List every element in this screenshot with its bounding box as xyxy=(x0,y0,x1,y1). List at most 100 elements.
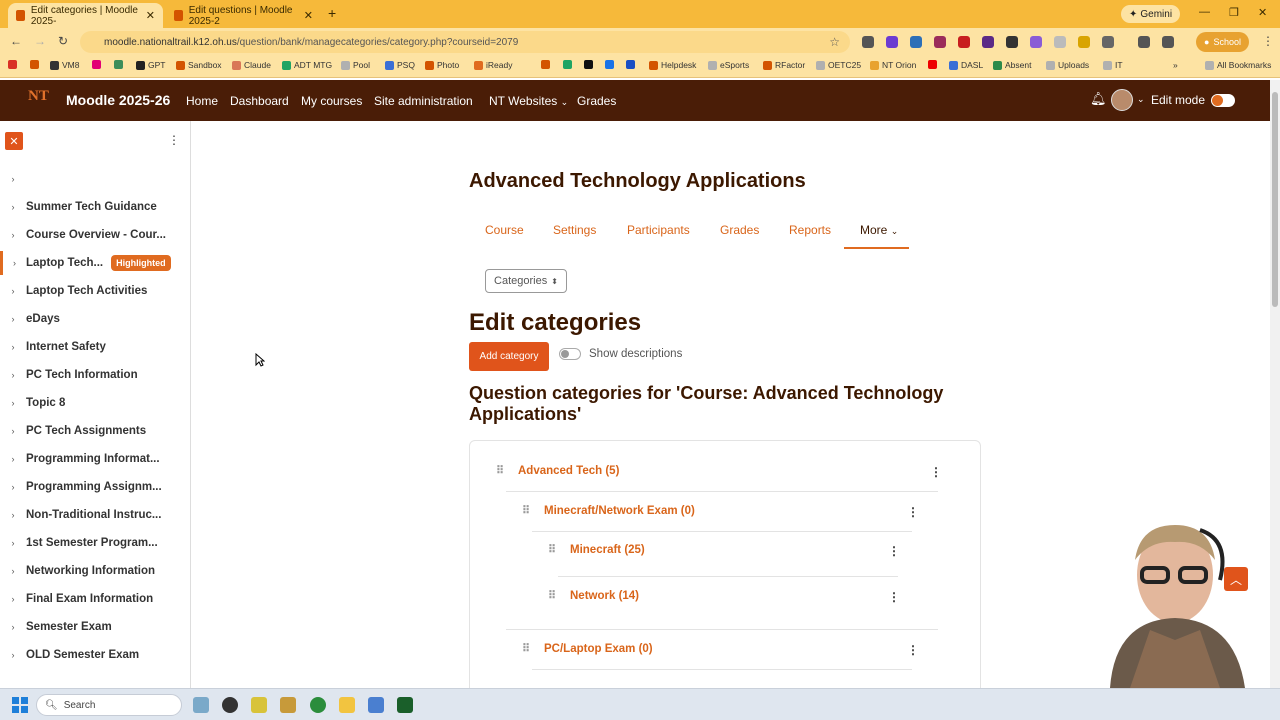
bookmark-esports[interactable]: eSports xyxy=(708,60,749,70)
category-row[interactable]: ⠿ Minecraft/Network Exam (0) xyxy=(518,504,695,518)
moodle-bookmark-icon[interactable] xyxy=(30,60,39,69)
bookmark-absent[interactable]: Absent xyxy=(993,60,1031,70)
bookmark-it[interactable]: IT xyxy=(1103,60,1123,70)
chrome-icon[interactable] xyxy=(310,697,326,713)
extension-icon[interactable] xyxy=(982,36,994,48)
nav-grades[interactable]: Grades xyxy=(577,94,616,108)
app-icon[interactable] xyxy=(280,697,296,713)
youtube-bookmark-icon[interactable] xyxy=(928,60,937,69)
tab-edit-questions[interactable]: Edit questions | Moodle 2025-2 ✕ xyxy=(166,3,321,28)
drive-bookmark-icon[interactable] xyxy=(563,60,572,69)
reload-icon[interactable]: ↻ xyxy=(58,34,68,48)
bookmark-sandbox[interactable]: Sandbox xyxy=(176,60,222,70)
drawer-item[interactable]: › Topic 8 xyxy=(0,391,190,415)
taskbar-search[interactable]: 🔍︎ Search xyxy=(36,694,182,716)
bookmark-icon[interactable] xyxy=(626,60,635,69)
tab-participants[interactable]: Participants xyxy=(627,223,690,237)
scrollbar-thumb[interactable] xyxy=(1272,92,1278,307)
app-icon[interactable] xyxy=(251,697,267,713)
tab-settings[interactable]: Settings xyxy=(553,223,596,237)
drawer-item[interactable]: › eDays xyxy=(0,307,190,331)
bookmark-nt-orion[interactable]: NT Orion xyxy=(870,60,916,70)
bookmark-icon[interactable] xyxy=(114,60,123,69)
bookmark-pool[interactable]: Pool xyxy=(341,60,370,70)
close-tab-icon[interactable]: ✕ xyxy=(146,9,155,22)
task-view-icon[interactable] xyxy=(193,697,209,713)
drawer-item-current[interactable]: › Laptop Tech... Highlighted xyxy=(0,251,190,275)
drag-handle-icon[interactable]: ⠿ xyxy=(492,464,508,477)
nav-my-courses[interactable]: My courses xyxy=(301,94,362,108)
extension-icon[interactable] xyxy=(934,36,946,48)
drawer-options-icon[interactable]: ⋮ xyxy=(168,133,180,147)
category-actions-icon[interactable]: ⋮ xyxy=(888,590,900,604)
extension-icon[interactable] xyxy=(1006,36,1018,48)
bookmark-icon[interactable] xyxy=(541,60,550,69)
bookmark-adt-mtg[interactable]: ADT MTG xyxy=(282,60,332,70)
drag-handle-icon[interactable]: ⠿ xyxy=(518,504,534,517)
tab-grades[interactable]: Grades xyxy=(720,223,759,237)
nav-nt-websites[interactable]: NT Websites ⌄ xyxy=(489,94,568,108)
notification-bell-icon[interactable]: 🔔︎ xyxy=(1090,91,1107,107)
tab-reports[interactable]: Reports xyxy=(789,223,831,237)
tab-course[interactable]: Course xyxy=(485,223,524,237)
extensions-puzzle-icon[interactable] xyxy=(1102,36,1114,48)
browser-menu-icon[interactable]: ⋮ xyxy=(1262,34,1274,48)
tab-search-icon[interactable] xyxy=(1162,36,1174,48)
category-link[interactable]: Minecraft (25) xyxy=(570,544,645,556)
category-link[interactable]: PC/Laptop Exam (0) xyxy=(544,643,653,655)
extension-icon[interactable] xyxy=(1030,36,1042,48)
bookmark-vm8[interactable]: VM8 xyxy=(50,60,79,70)
category-actions-icon[interactable]: ⋮ xyxy=(907,643,919,657)
more-bookmarks-icon[interactable]: » xyxy=(1173,60,1178,70)
site-name[interactable]: Moodle 2025-26 xyxy=(66,92,170,108)
toggle-switch[interactable] xyxy=(559,348,581,360)
nav-home[interactable]: Home xyxy=(186,94,218,108)
maximize-icon[interactable]: ❐ xyxy=(1229,6,1239,19)
bookmark-psq[interactable]: PSQ xyxy=(385,60,415,70)
category-actions-icon[interactable]: ⋮ xyxy=(930,465,942,479)
show-descriptions-toggle[interactable]: Show descriptions xyxy=(559,348,682,360)
drawer-item[interactable]: › Semester Exam xyxy=(0,615,190,639)
tab-more[interactable]: More ⌄ xyxy=(860,223,898,237)
category-row[interactable]: ⠿ Minecraft (25) xyxy=(544,543,645,557)
drawer-item[interactable]: › Laptop Tech Activities xyxy=(0,279,190,303)
address-bar[interactable]: moodle.nationaltrail.k12.oh.us/question/… xyxy=(80,31,850,53)
bookmark-photo[interactable]: Photo xyxy=(425,60,459,70)
app-icon[interactable] xyxy=(368,697,384,713)
drawer-collapsed-section[interactable]: › xyxy=(0,167,190,191)
nav-site-administration[interactable]: Site administration xyxy=(374,94,473,108)
windows-start-icon[interactable] xyxy=(12,697,28,713)
minimize-icon[interactable]: — xyxy=(1199,6,1210,18)
drawer-item[interactable]: › 1st Semester Program... xyxy=(0,531,190,555)
drawer-item[interactable]: › Programming Informat... xyxy=(0,447,190,471)
drawer-item[interactable]: › Non-Traditional Instruc... xyxy=(0,503,190,527)
bookmark-iready[interactable]: iReady xyxy=(474,60,512,70)
page-scrollbar[interactable] xyxy=(1270,80,1280,688)
close-drawer-button[interactable]: ✕ xyxy=(5,132,23,150)
bookmark-oetc25[interactable]: OETC25 xyxy=(816,60,861,70)
nav-dashboard[interactable]: Dashboard xyxy=(230,94,289,108)
bookmark-rfactor[interactable]: RFactor xyxy=(763,60,805,70)
add-category-button[interactable]: Add category xyxy=(469,342,549,371)
bookmark-icon[interactable] xyxy=(584,60,593,69)
file-explorer-icon[interactable] xyxy=(339,697,355,713)
gemini-button[interactable]: ✦ Gemini xyxy=(1121,5,1181,23)
extension-icon[interactable] xyxy=(1078,36,1090,48)
category-row[interactable]: ⠿ Advanced Tech (5) xyxy=(492,464,619,478)
category-row[interactable]: ⠿ PC/Laptop Exam (0) xyxy=(518,642,653,656)
site-logo[interactable]: NT xyxy=(28,88,49,105)
category-actions-icon[interactable]: ⋮ xyxy=(907,505,919,519)
bookmark-uploads[interactable]: Uploads xyxy=(1046,60,1089,70)
extension-icon[interactable] xyxy=(886,36,898,48)
bookmark-helpdesk[interactable]: Helpdesk xyxy=(649,60,696,70)
category-actions-icon[interactable]: ⋮ xyxy=(888,544,900,558)
drawer-item[interactable]: › Networking Information xyxy=(0,559,190,583)
bookmark-dasl[interactable]: DASL xyxy=(949,60,983,70)
category-link[interactable]: Minecraft/Network Exam (0) xyxy=(544,505,695,517)
drawer-item[interactable]: › PC Tech Assignments xyxy=(0,419,190,443)
forward-icon[interactable]: → xyxy=(34,34,46,48)
gmail-bookmark-icon[interactable] xyxy=(8,60,17,69)
drag-handle-icon[interactable]: ⠿ xyxy=(518,642,534,655)
back-icon[interactable]: ← xyxy=(10,34,22,48)
drawer-item[interactable]: › OLD Semester Exam xyxy=(0,643,190,667)
